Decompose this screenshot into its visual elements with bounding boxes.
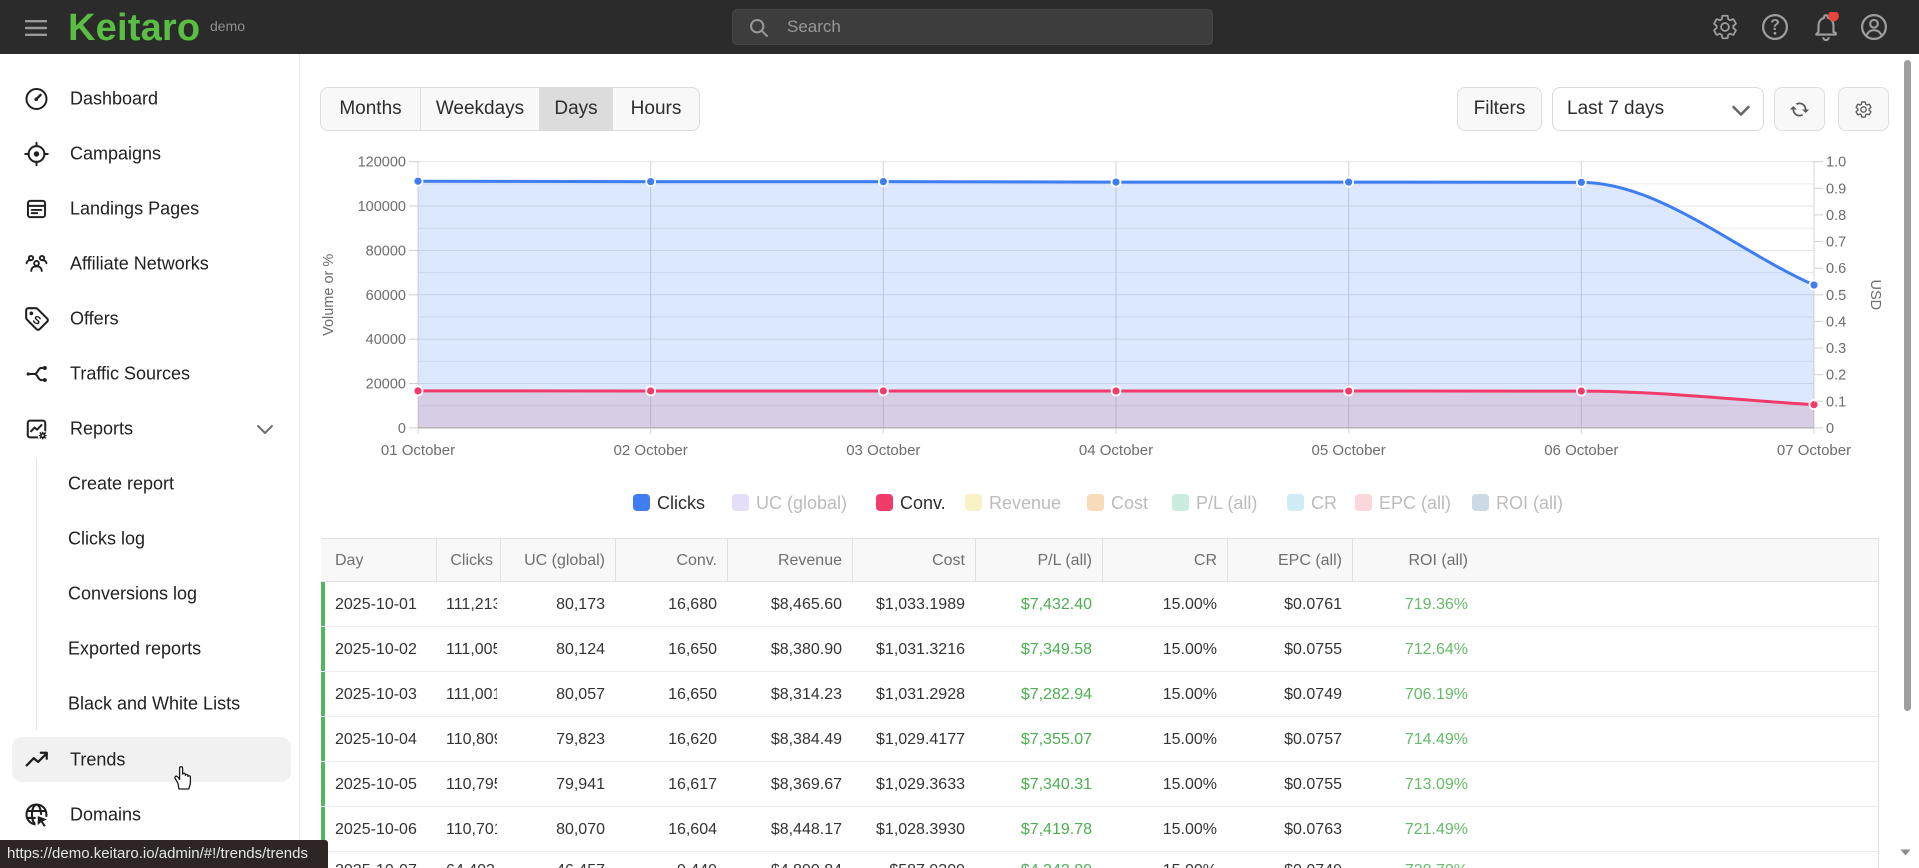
svg-text:03 October: 03 October [846, 442, 920, 459]
svg-text:Volume or %: Volume or % [321, 254, 337, 336]
svg-text:USD: USD [1867, 279, 1883, 310]
svg-text:80000: 80000 [366, 243, 406, 259]
svg-text:01 October: 01 October [381, 442, 455, 459]
svg-text:20000: 20000 [366, 377, 406, 393]
svg-text:0.3: 0.3 [1826, 341, 1846, 357]
svg-text:06 October: 06 October [1544, 442, 1618, 459]
svg-text:02 October: 02 October [614, 442, 688, 459]
svg-text:120000: 120000 [358, 155, 406, 171]
svg-text:04 October: 04 October [1079, 442, 1153, 459]
svg-text:05 October: 05 October [1312, 442, 1386, 459]
svg-text:100000: 100000 [358, 199, 406, 215]
svg-text:1.0: 1.0 [1826, 155, 1846, 171]
svg-text:?: ? [1770, 17, 1780, 34]
svg-text:60000: 60000 [366, 288, 406, 304]
svg-text:0.6: 0.6 [1826, 261, 1846, 277]
svg-text:0.1: 0.1 [1826, 394, 1846, 410]
svg-text:07 October: 07 October [1777, 442, 1851, 459]
svg-text:0.8: 0.8 [1826, 208, 1846, 224]
svg-text:0.9: 0.9 [1826, 181, 1846, 197]
svg-text:0: 0 [398, 421, 406, 437]
svg-text:0.7: 0.7 [1826, 235, 1846, 251]
svg-text:40000: 40000 [366, 332, 406, 348]
svg-text:0: 0 [1826, 421, 1834, 437]
svg-text:0.5: 0.5 [1826, 288, 1846, 304]
svg-text:0.2: 0.2 [1826, 368, 1846, 384]
svg-text:0.4: 0.4 [1826, 314, 1846, 330]
